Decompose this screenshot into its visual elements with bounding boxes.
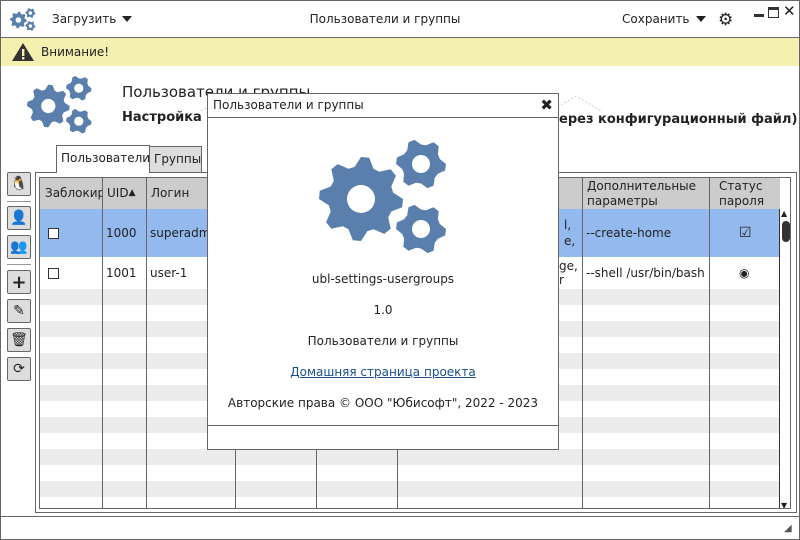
- uid-cell: 1001: [106, 266, 137, 280]
- minimize-icon[interactable]: [754, 14, 764, 17]
- col-uid[interactable]: UID ▲: [102, 178, 146, 209]
- save-menu[interactable]: Сохранить: [622, 12, 706, 26]
- divider: [7, 264, 31, 265]
- col-uid-label: UID: [107, 186, 129, 200]
- vertical-scrollbar[interactable]: ▲ ▼: [779, 209, 790, 508]
- password-checked-icon: ☑: [739, 225, 752, 241]
- dialog-version: 1.0: [373, 303, 393, 317]
- groups-fragment: e,: [564, 234, 576, 248]
- scrollbar-thumb[interactable]: [782, 221, 790, 242]
- tab-groups[interactable]: Группы: [149, 146, 202, 172]
- params-cell: --create-home: [586, 226, 672, 240]
- tab-users[interactable]: Пользователи: [56, 145, 150, 173]
- password-radio-icon: ◉: [739, 266, 750, 280]
- status-divider: [1, 516, 799, 517]
- groups-fragment: l,: [564, 218, 572, 232]
- warning-icon: [12, 43, 34, 61]
- empty-row-stripe: [40, 449, 780, 465]
- save-menu-label: Сохранить: [622, 12, 690, 26]
- locked-checkbox[interactable]: [48, 227, 59, 239]
- refresh-icon[interactable]: ⟳: [7, 357, 31, 381]
- dialog-gears-icon: [319, 139, 446, 254]
- maximize-icon[interactable]: [768, 7, 779, 18]
- col-locked[interactable]: Заблокир: [40, 178, 105, 209]
- dialog-close-icon[interactable]: ✖: [540, 96, 553, 114]
- sort-ascending-icon: ▲: [128, 188, 136, 198]
- dialog-copyright: Авторские права © ООО "Юбисофт", 2022 - …: [227, 396, 539, 410]
- edit-icon[interactable]: ✎: [7, 299, 31, 323]
- user-card-icon[interactable]: 👤: [7, 206, 31, 230]
- scroll-down-icon[interactable]: ▼: [781, 501, 787, 508]
- empty-row-stripe: [40, 481, 780, 497]
- warning-bar: Внимание!: [1, 38, 799, 66]
- params-cell: --shell /usr/bin/bash: [586, 266, 705, 280]
- header-bar: Загрузить Пользователи и группы Сохранит…: [1, 1, 799, 38]
- about-dialog: Пользователи и группы ✖ ubl-settings-use…: [207, 93, 559, 450]
- groups-fragment: ge,: [559, 259, 578, 273]
- col-password-status[interactable]: Статус пароля: [709, 178, 780, 209]
- banner-subtitle-end: ерез конфигурационный файл): [559, 112, 798, 127]
- settings-gear-icon[interactable]: ⚙: [718, 10, 733, 30]
- linux-penguin-icon[interactable]: 🐧: [7, 172, 31, 196]
- warning-text: Внимание!: [41, 45, 110, 59]
- homepage-link[interactable]: Домашняя страница проекта: [290, 365, 476, 379]
- locked-checkbox[interactable]: [48, 267, 59, 279]
- resize-grip-icon[interactable]: ◢: [784, 523, 792, 534]
- dialog-titlebar: Пользователи и группы ✖: [208, 94, 558, 118]
- close-icon[interactable]: ✕: [783, 2, 796, 20]
- dialog-app-id: ubl-settings-usergroups: [311, 272, 455, 286]
- groups-fragment: r: [559, 273, 564, 287]
- col-params[interactable]: Дополнительные параметры: [582, 178, 709, 209]
- chevron-down-icon: [695, 16, 706, 22]
- dialog-app-name: Пользователи и группы: [307, 334, 459, 348]
- add-icon[interactable]: +: [7, 270, 31, 294]
- scroll-up-icon[interactable]: ▲: [781, 209, 787, 218]
- dialog-title: Пользователи и группы: [213, 98, 364, 112]
- banner-gears-icon: [27, 75, 92, 134]
- divider: [7, 201, 31, 202]
- trash-icon[interactable]: 🗑: [7, 328, 31, 352]
- dialog-footer-divider: [208, 425, 558, 426]
- users-group-icon[interactable]: 👥: [7, 235, 31, 259]
- uid-cell: 1000: [106, 226, 137, 240]
